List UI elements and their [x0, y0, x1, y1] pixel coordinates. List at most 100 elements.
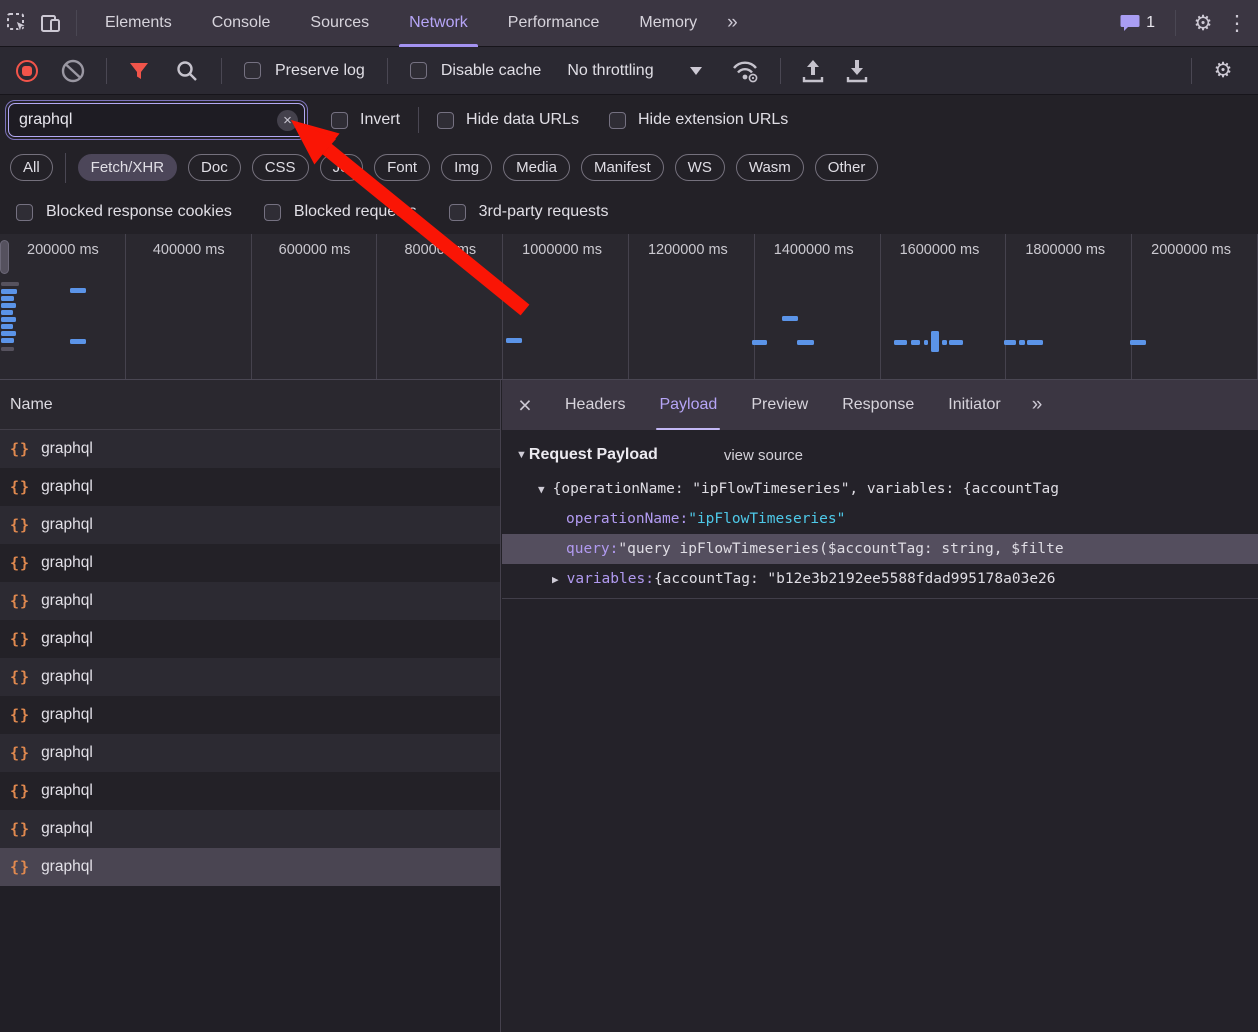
device-toolbar-icon[interactable]: [34, 6, 68, 40]
tab-memory[interactable]: Memory: [619, 0, 717, 47]
toolbar-divider: [221, 58, 222, 84]
hide-extension-urls-label: Hide extension URLs: [638, 111, 788, 129]
tab-headers[interactable]: Headers: [548, 380, 642, 430]
blocked-requests-checkbox[interactable]: [264, 204, 281, 221]
chip-fetch-xhr[interactable]: Fetch/XHR: [78, 154, 177, 181]
blocked-response-cookies-checkbox[interactable]: [16, 204, 33, 221]
json-braces-icon: {}: [10, 668, 30, 686]
throttling-select[interactable]: No throttling: [567, 62, 653, 80]
third-party-requests-checkbox[interactable]: [449, 204, 466, 221]
expand-variables-icon[interactable]: ▶: [552, 573, 559, 586]
tab-network[interactable]: Network: [389, 0, 488, 47]
chip-manifest[interactable]: Manifest: [581, 154, 664, 181]
json-braces-icon: {}: [10, 516, 30, 534]
network-request-row[interactable]: {}graphql: [0, 696, 500, 734]
disable-cache-checkbox[interactable]: [410, 62, 427, 79]
request-name: graphql: [41, 668, 93, 686]
toolbar-divider: [418, 107, 419, 133]
toolbar-divider: [76, 10, 77, 36]
more-details-tabs-icon[interactable]: »: [1022, 394, 1051, 416]
invert-checkbox[interactable]: [331, 112, 348, 129]
request-name: graphql: [41, 554, 93, 572]
tab-payload[interactable]: Payload: [642, 380, 734, 430]
timeline-tick-label: 200000 ms: [0, 234, 126, 379]
payload-variables-row[interactable]: ▶ variables: {accountTag: "b12e3b2192ee5…: [502, 564, 1258, 594]
payload-query-value: "query ipFlowTimeseries($accountTag: str…: [618, 541, 1063, 557]
name-column-header[interactable]: Name: [0, 380, 500, 430]
filter-input[interactable]: [19, 111, 270, 129]
tab-sources[interactable]: Sources: [290, 0, 389, 47]
network-request-row[interactable]: {}graphql: [0, 734, 500, 772]
more-tabs-icon[interactable]: »: [717, 12, 746, 34]
close-details-icon[interactable]: ×: [502, 392, 548, 419]
request-name: graphql: [41, 820, 93, 838]
import-har-icon[interactable]: [801, 58, 825, 84]
network-request-row[interactable]: {}graphql: [0, 582, 500, 620]
network-request-row[interactable]: {} graphql: [0, 658, 500, 696]
chip-other[interactable]: Other: [815, 154, 879, 181]
tab-response[interactable]: Response: [825, 380, 931, 430]
timeline-tick-label: 1400000 ms: [755, 234, 881, 379]
waterfall-bar-grey: [1, 282, 19, 286]
search-icon[interactable]: [175, 59, 199, 83]
network-request-row[interactable]: {}graphql: [0, 506, 500, 544]
chip-font[interactable]: Font: [374, 154, 430, 181]
preserve-log-checkbox[interactable]: [244, 62, 261, 79]
network-settings-gear-icon[interactable]: ⚙: [1206, 54, 1240, 88]
clear-filter-icon[interactable]: ×: [277, 110, 298, 131]
timeline-tick-label: 1600000 ms: [881, 234, 1007, 379]
chip-css[interactable]: CSS: [252, 154, 309, 181]
timeline-tick-label: 2000000 ms: [1132, 234, 1258, 379]
waterfall-bar: [506, 338, 522, 343]
tab-console[interactable]: Console: [192, 0, 291, 47]
export-har-icon[interactable]: [845, 58, 869, 84]
payload-query-row[interactable]: query: "query ipFlowTimeseries($accountT…: [502, 534, 1258, 564]
record-network-log-button[interactable]: [16, 60, 38, 82]
waterfall-bar: [949, 340, 963, 345]
collapse-object-icon[interactable]: ▼: [538, 483, 545, 496]
inspect-element-icon[interactable]: [0, 6, 34, 40]
payload-variables-value: {accountTag: "b12e3b2192ee5588fdad995178…: [654, 571, 1056, 587]
hide-extension-urls-checkbox[interactable]: [609, 112, 626, 129]
network-request-row[interactable]: {}graphql: [0, 772, 500, 810]
invert-label: Invert: [360, 111, 400, 129]
settings-gear-icon[interactable]: ⚙: [1186, 6, 1220, 40]
chip-js[interactable]: JS: [320, 154, 364, 181]
network-request-row[interactable]: {}graphql: [0, 430, 500, 468]
chip-all[interactable]: All: [10, 154, 53, 181]
payload-root-row[interactable]: ▼ {operationName: "ipFlowTimeseries", va…: [502, 474, 1258, 504]
filter-icon[interactable]: [127, 59, 151, 83]
chip-media[interactable]: Media: [503, 154, 570, 181]
network-request-row[interactable]: {}graphql: [0, 544, 500, 582]
network-request-row[interactable]: {}graphql: [0, 468, 500, 506]
tab-performance[interactable]: Performance: [488, 0, 620, 47]
network-request-row[interactable]: {}graphql: [0, 848, 500, 886]
hide-data-urls-checkbox[interactable]: [437, 112, 454, 129]
tab-elements[interactable]: Elements: [85, 0, 192, 47]
network-overview-timeline[interactable]: 200000 ms400000 ms600000 ms800000 ms1000…: [0, 234, 1258, 380]
waterfall-bar: [1, 338, 14, 343]
network-request-row[interactable]: {}graphql: [0, 810, 500, 848]
request-name: graphql: [41, 858, 93, 876]
request-payload-title: Request Payload: [529, 446, 658, 464]
timeline-scroll-grip[interactable]: [0, 240, 9, 274]
kebab-menu-icon[interactable]: ⋮: [1220, 6, 1254, 40]
tab-initiator[interactable]: Initiator: [931, 380, 1017, 430]
waterfall-bar: [1027, 340, 1043, 345]
network-request-row[interactable]: {}graphql: [0, 620, 500, 658]
filter-input-box: ×: [8, 103, 305, 137]
chip-wasm[interactable]: Wasm: [736, 154, 804, 181]
payload-operation-row[interactable]: operationName: "ipFlowTimeseries": [502, 504, 1258, 534]
chip-doc[interactable]: Doc: [188, 154, 241, 181]
tab-preview[interactable]: Preview: [734, 380, 825, 430]
network-conditions-icon[interactable]: [730, 58, 760, 84]
waterfall-bar: [894, 340, 907, 345]
waterfall-bar: [70, 339, 86, 344]
chip-ws[interactable]: WS: [675, 154, 725, 181]
view-source-link[interactable]: view source: [724, 447, 803, 464]
chip-img[interactable]: Img: [441, 154, 492, 181]
issues-counter[interactable]: 1: [1120, 14, 1155, 32]
collapse-section-icon[interactable]: ▼: [516, 449, 527, 461]
throttling-caret-icon[interactable]: [690, 67, 702, 75]
clear-network-log-icon[interactable]: [60, 58, 86, 84]
